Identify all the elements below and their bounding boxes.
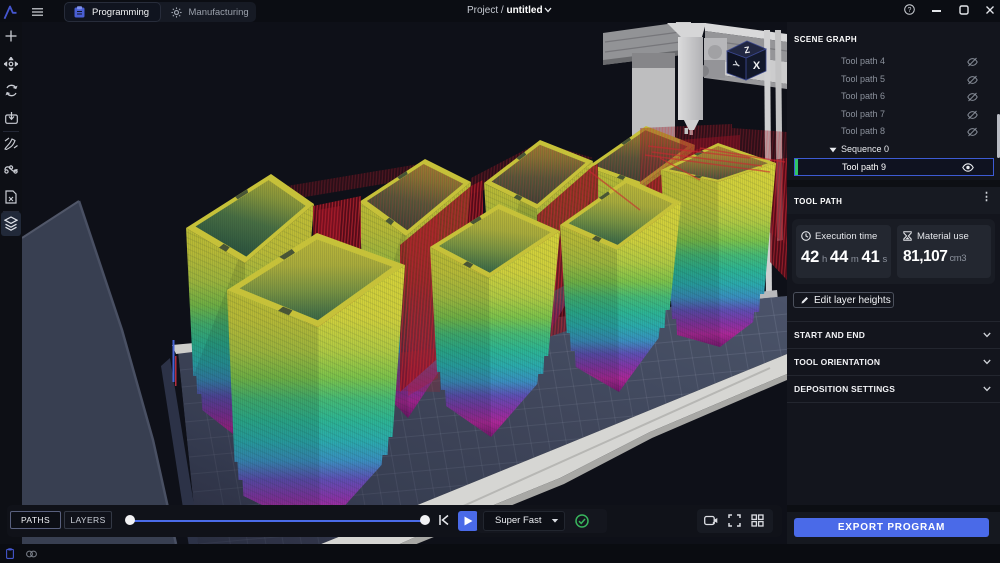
svg-text:?: ? [908, 7, 912, 14]
